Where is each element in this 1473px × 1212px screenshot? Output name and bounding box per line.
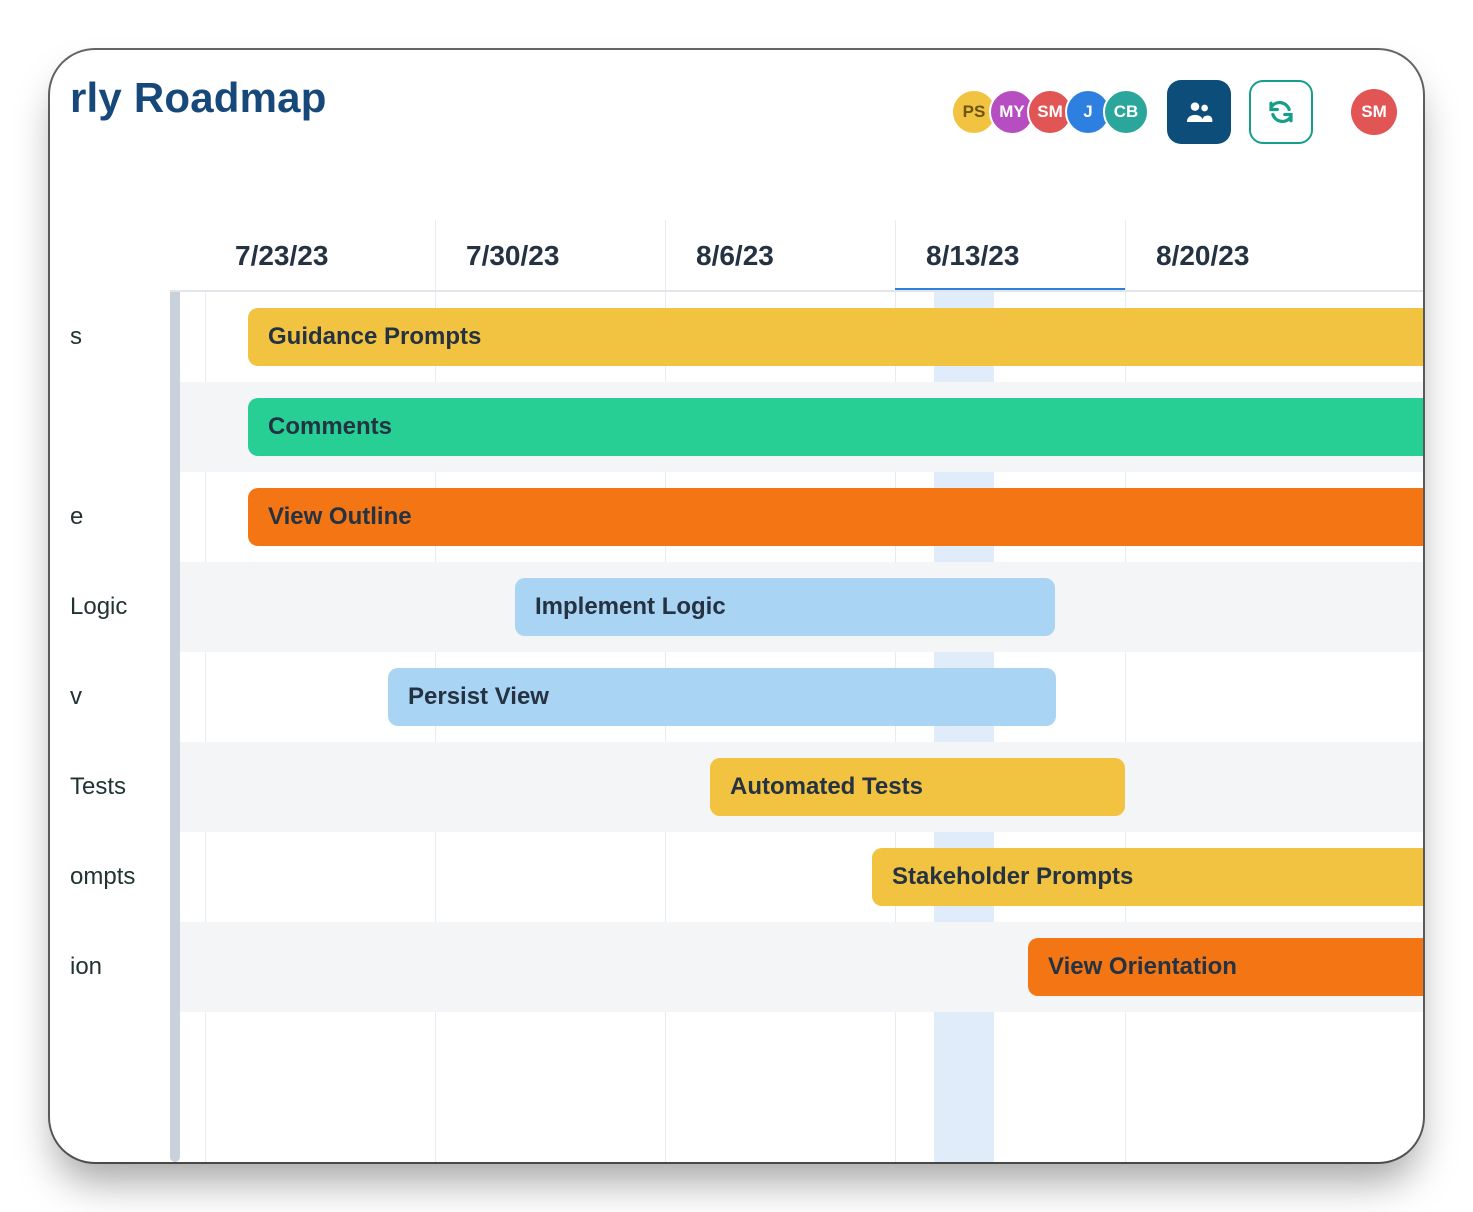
page-title: rly Roadmap — [70, 74, 327, 122]
gantt-bar[interactable]: View Orientation — [1028, 938, 1423, 996]
gantt-bar[interactable]: Stakeholder Prompts — [872, 848, 1423, 906]
roadmap-card: rly Roadmap PS MY SM J CB — [50, 50, 1423, 1162]
gantt-bar[interactable]: View Outline — [248, 488, 1423, 546]
share-button[interactable] — [1167, 80, 1231, 144]
current-user-avatar[interactable]: SM — [1351, 89, 1397, 135]
date-column-header[interactable]: 7/23/23 — [205, 220, 435, 292]
gantt-bar-label: Guidance Prompts — [268, 323, 481, 351]
header: rly Roadmap PS MY SM J CB — [50, 50, 1423, 220]
playhead-handle[interactable] — [170, 292, 180, 1162]
date-label: 7/30/23 — [466, 240, 559, 272]
avatar-initials: CB — [1114, 102, 1139, 122]
row-label: e — [70, 472, 83, 562]
gantt-bar[interactable]: Guidance Prompts — [248, 308, 1423, 366]
avatar-initials: MY — [999, 102, 1025, 122]
row-label: ompts — [70, 832, 135, 922]
refresh-button[interactable] — [1249, 80, 1313, 144]
avatar-initials: J — [1083, 102, 1092, 122]
avatar-initials: PS — [963, 102, 986, 122]
gantt-bar-label: Stakeholder Prompts — [892, 863, 1133, 891]
avatar-initials: SM — [1361, 102, 1387, 122]
gantt-chart: seLogicvTestsomptsion 7/23/23 7/30/23 8/6/… — [50, 220, 1423, 1162]
people-icon — [1183, 96, 1215, 128]
date-header: 7/23/237/30/238/6/238/13/238/20/23 — [170, 220, 1423, 292]
date-label: 8/6/23 — [696, 240, 774, 272]
collaborator-avatar[interactable]: CB — [1103, 89, 1149, 135]
gantt-bar-label: View Orientation — [1048, 953, 1237, 981]
gantt-bar[interactable]: Persist View — [388, 668, 1056, 726]
gantt-bar-label: View Outline — [268, 503, 412, 531]
gantt-bar-label: Comments — [268, 413, 392, 441]
row-labels: seLogicvTestsomptsion — [50, 220, 170, 1162]
gantt-bar-label: Implement Logic — [535, 593, 726, 621]
collaborator-avatars: PS MY SM J CB — [951, 89, 1149, 135]
refresh-icon — [1266, 97, 1296, 127]
gantt-grid[interactable]: Guidance Prompts Comments View Outline Impl… — [170, 292, 1423, 1162]
avatar-initials: SM — [1037, 102, 1063, 122]
gantt-bar-label: Automated Tests — [730, 773, 923, 801]
date-label: 8/20/23 — [1156, 240, 1249, 272]
row-label: s — [70, 292, 82, 382]
date-label: 7/23/23 — [235, 240, 328, 272]
row-label: Tests — [70, 742, 126, 832]
gantt-bar[interactable]: Implement Logic — [515, 578, 1055, 636]
current-week-underline — [895, 220, 1125, 288]
date-column-header[interactable]: 8/6/23 — [665, 220, 895, 292]
date-column-header[interactable]: 7/30/23 — [435, 220, 665, 292]
row-label: v — [70, 652, 82, 742]
gantt-bar-label: Persist View — [408, 683, 549, 711]
date-column-header[interactable]: 8/20/23 — [1125, 220, 1355, 292]
row-label: ion — [70, 922, 102, 1012]
gantt-bar[interactable]: Automated Tests — [710, 758, 1125, 816]
gantt-bar[interactable]: Comments — [248, 398, 1423, 456]
row-label: Logic — [70, 562, 127, 652]
